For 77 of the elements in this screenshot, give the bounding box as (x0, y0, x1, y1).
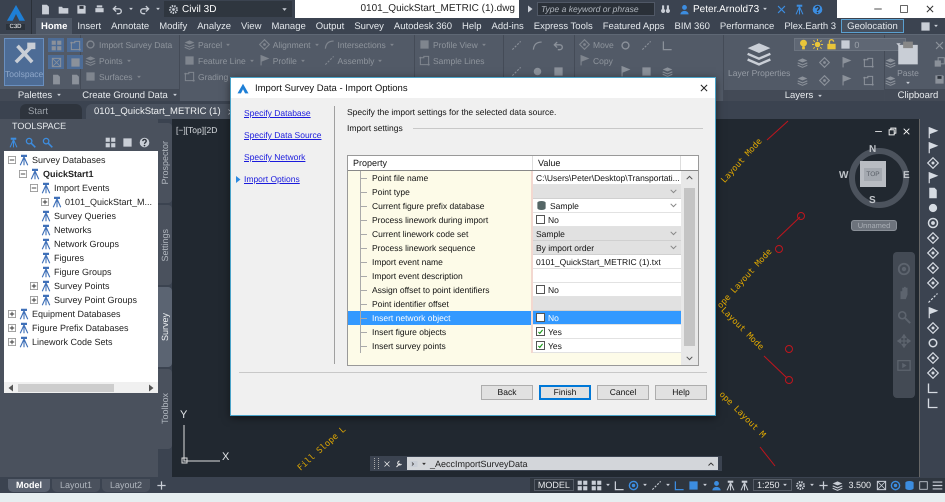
panel-title: TOOLSPACE (11, 120, 68, 133)
ribbon-tab[interactable]: Featured Apps (598, 18, 670, 34)
annotation-scale-dropdown[interactable]: 1:250 (752, 479, 792, 491)
ribbon-tab[interactable]: Express Tools (528, 18, 598, 34)
dialog-button[interactable]: Help (655, 384, 707, 400)
ribbon-tab[interactable]: Home (36, 18, 72, 34)
side-tab[interactable]: Toolbox (158, 369, 172, 449)
value-cell[interactable]: Yes (533, 325, 681, 339)
ribbon-tab[interactable]: Add-ins (486, 18, 529, 34)
value-cell[interactable]: C:\Users\Peter\Desktop\Transportati... (533, 171, 681, 185)
command-text: _AeccImportSurveyData (430, 458, 529, 468)
ribbon-tab[interactable]: Plex.Earth 3 (779, 18, 842, 34)
dialog-button[interactable]: Finish (539, 384, 591, 400)
compass-direction[interactable]: N (869, 144, 876, 155)
ribbon-tab[interactable]: Output (310, 18, 350, 34)
layout-tab[interactable]: Layout1 (52, 478, 100, 492)
compass-direction[interactable]: E (903, 170, 910, 181)
ribbon-tab[interactable]: Manage (266, 18, 311, 34)
document-title: 0101_QuickStart_METRIC (1).dwg (295, 0, 519, 18)
dialog-button[interactable]: Cancel (597, 384, 649, 400)
ribbon-tab[interactable]: Analyze (192, 18, 236, 34)
side-tab[interactable]: Settings (158, 205, 172, 285)
search-field[interactable]: Type a keyword or phrase (537, 2, 655, 16)
ribbon-tab[interactable]: Geolocation (841, 19, 904, 33)
column-header[interactable]: Value (533, 156, 681, 170)
step-link[interactable]: Specify Database (244, 108, 311, 118)
layout-tab[interactable]: Model (8, 478, 50, 492)
tree-item[interactable]: Survey Queries (54, 211, 116, 221)
tree-item[interactable]: Equipment Databases (32, 309, 121, 319)
ribbon-tab[interactable]: BIM 360 (670, 18, 715, 34)
workspace-dropdown[interactable]: Civil 3D (164, 1, 292, 17)
step-link[interactable]: Specify Data Source (244, 130, 322, 140)
tree-item[interactable]: Figure Prefix Databases (32, 323, 129, 333)
compass-direction[interactable]: W (839, 170, 848, 181)
dialog-title: Import Survey Data - Import Options (255, 82, 409, 94)
ribbon-tab[interactable]: Annotate (106, 18, 154, 34)
tree-item[interactable]: Networks (54, 225, 92, 235)
file-tab[interactable]: Start (20, 104, 82, 119)
tree-item[interactable]: Import Events (54, 183, 110, 193)
model-space-button[interactable]: MODEL (534, 479, 574, 491)
column-header[interactable]: Property (348, 156, 533, 170)
layout-tab[interactable]: Layout2 (102, 478, 150, 492)
value-cell[interactable]: No (533, 213, 681, 227)
tree-item[interactable]: Survey Point Groups (54, 295, 138, 305)
tree-item[interactable]: Network Groups (54, 239, 120, 249)
tree-item[interactable]: Survey Databases (32, 155, 106, 165)
value-cell[interactable]: Yes (533, 339, 681, 353)
ribbon-tab[interactable]: Insert (72, 18, 106, 34)
side-tab[interactable]: Survey (158, 287, 172, 367)
axis-label: X (222, 451, 230, 463)
ribbon-tab[interactable]: View (236, 18, 266, 34)
side-tab[interactable]: Prospector (158, 123, 172, 203)
ribbon-tab[interactable]: Autodesk 360 (388, 18, 457, 34)
group-label: Import settings (347, 123, 403, 133)
tree-item[interactable]: Figures (54, 253, 84, 263)
value-cell[interactable]: No (533, 283, 681, 297)
value-cell[interactable]: 0101_QuickStart_METRIC (1).txt (533, 255, 681, 269)
tree-item[interactable]: Survey Points (54, 281, 110, 291)
view-controls[interactable]: [−][Top][2D (176, 125, 218, 135)
ribbon-tab[interactable]: Performance (714, 18, 780, 34)
tree-item[interactable]: QuickStart1 (43, 169, 94, 179)
user-menu[interactable]: Peter.Arnold73 (676, 4, 772, 14)
tree-item[interactable]: 0101_QuickStart_M... (65, 197, 152, 207)
dialog-button[interactable]: Back (481, 384, 533, 400)
status-readout: 3.500 (847, 480, 872, 490)
ribbon-tab[interactable]: Modify (154, 18, 192, 34)
ribbon-tab[interactable]: Help (457, 18, 487, 34)
panel-title[interactable]: Create Ground Data (82, 90, 178, 100)
axis-label: Y (180, 409, 188, 421)
tree-item[interactable]: Figure Groups (54, 267, 112, 277)
tree-item[interactable]: Linework Code Sets (32, 337, 113, 347)
step-link[interactable]: Specify Network (244, 152, 306, 162)
step-link[interactable]: Import Options (244, 174, 300, 184)
value-cell[interactable]: Sample (533, 199, 681, 213)
ribbon-tab[interactable]: Survey (349, 18, 389, 34)
instruction-text: Specify the import settings for the selected data source. (347, 107, 558, 117)
compass-direction[interactable]: S (869, 195, 876, 206)
